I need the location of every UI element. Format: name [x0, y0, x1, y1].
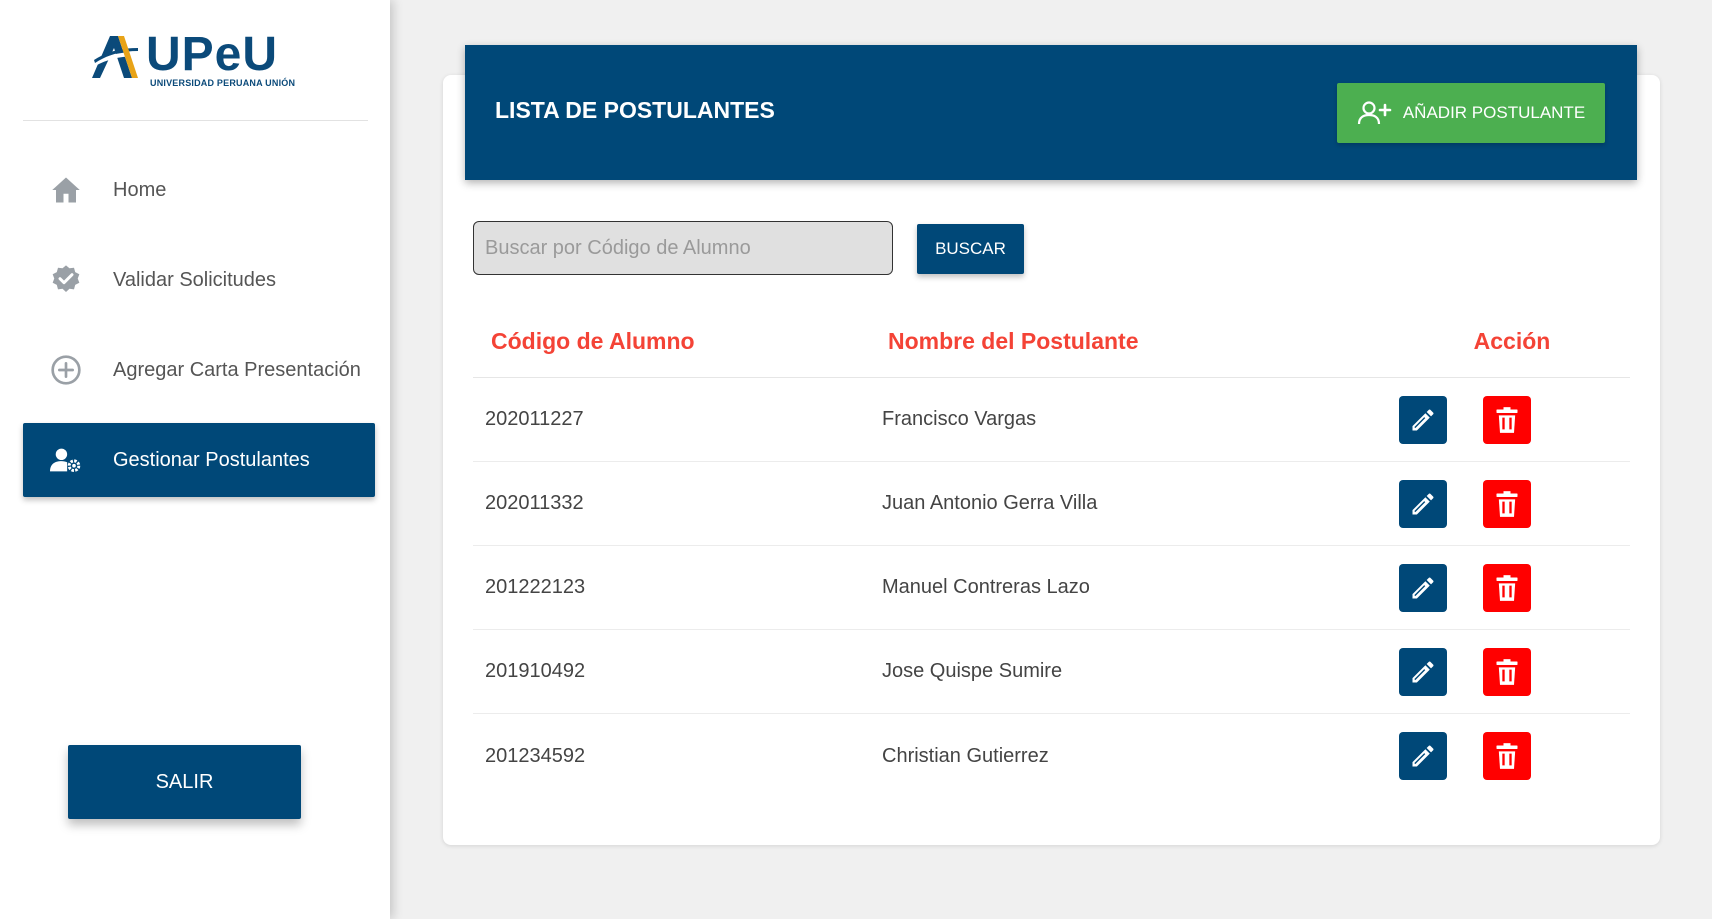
column-header-action: Acción: [1473, 327, 1551, 354]
pencil-icon: [1412, 660, 1434, 682]
logo-name: UPeU: [146, 28, 279, 81]
user-plus-icon: [1357, 100, 1393, 126]
add-circle-icon: [50, 354, 82, 386]
logout-button[interactable]: SALIR: [68, 745, 301, 819]
cell-actions: [1384, 647, 1630, 696]
pencil-icon: [1412, 576, 1434, 598]
pencil-icon: [1412, 492, 1434, 514]
delete-button[interactable]: [1483, 395, 1531, 444]
sidebar-item-gestionar-postulantes[interactable]: Gestionar Postulantes: [23, 423, 375, 497]
delete-button[interactable]: [1483, 563, 1531, 612]
search-button[interactable]: BUSCAR: [917, 224, 1024, 274]
cell-applicant-name: Christian Gutierrez: [882, 744, 1049, 767]
card-header: LISTA DE POSTULANTES AÑADIR POSTULANTE: [465, 45, 1637, 180]
trash-icon: [1496, 490, 1518, 517]
cell-actions: [1384, 732, 1630, 780]
upeu-logo[interactable]: UPeU UNIVERSIDAD PERUANA UNIÓN: [88, 30, 308, 90]
cell-student-code: 201234592: [485, 744, 586, 767]
add-postulante-button[interactable]: AÑADIR POSTULANTE: [1337, 83, 1605, 143]
postulantes-table: Código de Alumno Nombre del Postulante A…: [473, 305, 1630, 798]
edit-button[interactable]: [1399, 563, 1447, 612]
sidebar-item-label: Gestionar Postulantes: [113, 448, 310, 471]
cell-student-code: 201222123: [485, 576, 586, 598]
trash-icon: [1496, 574, 1518, 601]
column-header-code: Código de Alumno: [491, 327, 695, 354]
table-header: Código de Alumno Nombre del Postulante A…: [473, 305, 1630, 378]
cell-applicant-name: Manuel Contreras Lazo: [882, 576, 1090, 598]
table-row: 202011227 Francisco Vargas: [473, 378, 1630, 462]
home-icon: [50, 174, 82, 206]
table-row: 202011332 Juan Antonio Gerra Villa: [473, 462, 1630, 546]
table-row: 201222123 Manuel Contreras Lazo: [473, 546, 1630, 630]
table-body: 202011227 Francisco Vargas 202011332 Jua…: [473, 378, 1630, 798]
edit-button[interactable]: [1399, 479, 1447, 528]
edit-button[interactable]: [1399, 647, 1447, 696]
logo-mark-icon: [90, 36, 138, 78]
sidebar-nav: Home Validar Solicitudes Agregar Carta P…: [23, 153, 375, 513]
search-input[interactable]: [473, 221, 893, 275]
cell-student-code: 201910492: [485, 660, 586, 682]
cell-student-code: 202011227: [485, 408, 584, 430]
delete-button[interactable]: [1483, 647, 1531, 696]
sidebar-divider: [23, 120, 368, 121]
cell-student-code: 202011332: [485, 492, 584, 514]
pencil-icon: [1412, 745, 1434, 767]
add-postulante-label: AÑADIR POSTULANTE: [1402, 103, 1586, 122]
sidebar-item-validar-solicitudes[interactable]: Validar Solicitudes: [23, 243, 375, 317]
user-gear-icon: [50, 444, 82, 476]
trash-icon: [1496, 406, 1518, 433]
cell-actions: [1384, 395, 1630, 444]
sidebar-item-label: Home: [113, 178, 167, 201]
verified-badge-icon: [50, 264, 82, 296]
sidebar: UPeU UNIVERSIDAD PERUANA UNIÓN Home Vali…: [0, 0, 390, 919]
sidebar-item-label: Agregar Carta Presentación: [113, 358, 361, 381]
cell-applicant-name: Francisco Vargas: [882, 408, 1037, 430]
table-row: 201234592 Christian Gutierrez: [473, 714, 1630, 798]
edit-button[interactable]: [1399, 732, 1447, 780]
edit-button[interactable]: [1399, 395, 1447, 444]
sidebar-item-home[interactable]: Home: [23, 153, 375, 227]
cell-actions: [1384, 479, 1630, 528]
trash-icon: [1496, 743, 1518, 769]
table-row: 201910492 Jose Quispe Sumire: [473, 630, 1630, 714]
delete-button[interactable]: [1483, 732, 1531, 780]
cell-applicant-name: Juan Antonio Gerra Villa: [882, 492, 1098, 514]
logo-subtitle: UNIVERSIDAD PERUANA UNIÓN: [150, 78, 296, 88]
delete-button[interactable]: [1483, 479, 1531, 528]
sidebar-item-label: Validar Solicitudes: [113, 268, 277, 291]
trash-icon: [1496, 658, 1518, 685]
column-header-name: Nombre del Postulante: [888, 327, 1139, 354]
pencil-icon: [1412, 408, 1434, 430]
cell-actions: [1384, 563, 1630, 612]
page-title: LISTA DE POSTULANTES: [495, 97, 775, 123]
sidebar-item-agregar-carta[interactable]: Agregar Carta Presentación: [23, 333, 375, 407]
cell-applicant-name: Jose Quispe Sumire: [882, 660, 1063, 682]
